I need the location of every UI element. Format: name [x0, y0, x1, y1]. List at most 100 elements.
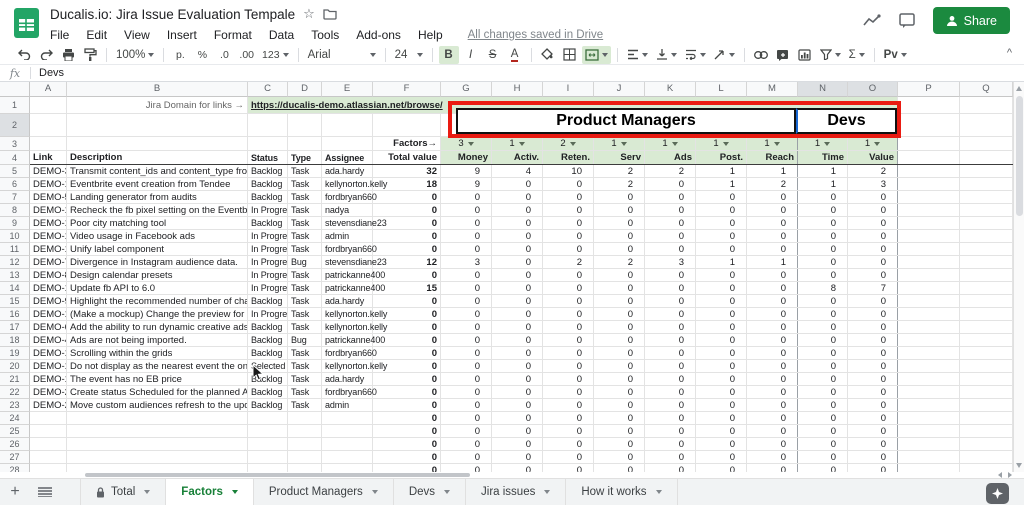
add-sheet-button[interactable]: + — [0, 479, 30, 505]
row-header-17[interactable]: 17 — [0, 321, 30, 334]
cell-header-assignee[interactable]: Assignee — [322, 151, 373, 164]
merge-cells-button[interactable] — [582, 46, 611, 64]
cell-link[interactable] — [30, 464, 67, 472]
row-header-12[interactable]: 12 — [0, 256, 30, 269]
cell[interactable] — [67, 137, 248, 150]
cell-factor-value[interactable]: 0 — [696, 412, 747, 424]
cell-status[interactable]: Backlog — [248, 178, 288, 190]
cell-type[interactable]: Task — [288, 308, 322, 320]
vertical-align-button[interactable] — [653, 46, 680, 64]
cell-status[interactable]: Backlog — [248, 295, 288, 307]
cell-factor-value[interactable]: 0 — [441, 464, 492, 472]
cell[interactable] — [960, 204, 1013, 216]
cell-type[interactable]: Task — [288, 243, 322, 255]
cell-factor-value[interactable]: 0 — [594, 334, 645, 346]
cell-factor-value[interactable]: 0 — [543, 399, 594, 411]
cell[interactable] — [898, 308, 960, 320]
cell-factor-value[interactable]: 0 — [848, 399, 898, 411]
cell-total-value[interactable]: 0 — [373, 295, 441, 307]
cell[interactable] — [960, 230, 1013, 242]
cell-link[interactable]: DEMO-11 — [30, 178, 67, 190]
cell-type[interactable]: Task — [288, 165, 322, 177]
insert-link-button[interactable] — [751, 46, 771, 64]
cell[interactable]: 3 — [441, 137, 492, 150]
text-color-button[interactable]: A — [511, 48, 519, 62]
row-header-19[interactable]: 19 — [0, 347, 30, 360]
cell-factor-value[interactable]: 0 — [747, 308, 798, 320]
cell-assignee[interactable]: kellynorton.kelly — [322, 178, 373, 190]
cell-factor-value[interactable]: 0 — [798, 230, 848, 242]
cell-factor-value[interactable]: 0 — [798, 360, 848, 372]
cell-factor-value[interactable]: 0 — [747, 464, 798, 472]
cell-link[interactable]: DEMO-9 — [30, 295, 67, 307]
cell-description[interactable]: (Make a mockup) Change the preview for t… — [67, 308, 248, 320]
cell[interactable] — [960, 373, 1013, 385]
cell-total-value[interactable]: 0 — [373, 412, 441, 424]
cell-link[interactable]: DEMO-12 — [30, 204, 67, 216]
cell-type[interactable]: Task — [288, 191, 322, 203]
text-rotation-button[interactable] — [711, 46, 738, 64]
menu-data[interactable]: Data — [269, 28, 294, 42]
cell[interactable] — [248, 114, 288, 136]
cell[interactable] — [960, 151, 1013, 164]
cell-total-value[interactable]: 0 — [373, 334, 441, 346]
paint-format-button[interactable] — [80, 46, 100, 64]
cell-factor-value[interactable]: 1 — [798, 178, 848, 190]
cell-factor-value[interactable]: 0 — [848, 451, 898, 463]
cell[interactable] — [960, 464, 1013, 472]
cell-assignee[interactable] — [322, 412, 373, 424]
move-folder-icon[interactable] — [323, 8, 337, 20]
cell-factor-value[interactable]: 0 — [798, 334, 848, 346]
cell-factor-value[interactable]: 0 — [543, 321, 594, 333]
cell[interactable] — [898, 425, 960, 437]
column-header-J[interactable]: J — [594, 82, 645, 97]
star-icon[interactable]: ☆ — [303, 6, 315, 22]
cell[interactable] — [898, 464, 960, 472]
cell-description[interactable]: Recheck the fb pixel setting on the Even… — [67, 204, 248, 216]
cell-factor-value[interactable]: 0 — [798, 425, 848, 437]
cell[interactable] — [898, 243, 960, 255]
cell-factor-value[interactable]: 0 — [696, 464, 747, 472]
cell-type[interactable]: Task — [288, 399, 322, 411]
insert-comment-button[interactable] — [773, 46, 793, 64]
cell-factor-value[interactable]: 0 — [645, 295, 696, 307]
cell-factor-value[interactable]: 0 — [848, 191, 898, 203]
cell-link[interactable]: DEMO-13 — [30, 217, 67, 229]
cell-factor-value[interactable]: 0 — [594, 282, 645, 294]
menu-edit[interactable]: Edit — [86, 28, 107, 42]
cell-factor-value[interactable]: 0 — [594, 412, 645, 424]
cell-factor-value[interactable]: 0 — [696, 360, 747, 372]
saved-status-link[interactable]: All changes saved in Drive — [468, 29, 604, 41]
cell-factor-value[interactable]: 0 — [492, 321, 543, 333]
cell-type[interactable]: Bug — [288, 334, 322, 346]
cell-factor-value[interactable]: 0 — [441, 191, 492, 203]
cell-factor-value[interactable]: 0 — [747, 243, 798, 255]
cell-total-value[interactable]: 0 — [373, 438, 441, 450]
row-header-16[interactable]: 16 — [0, 308, 30, 321]
row-header-11[interactable]: 11 — [0, 243, 30, 256]
cell[interactable] — [248, 137, 288, 150]
cell-factor-value[interactable]: 0 — [747, 282, 798, 294]
cell-factor-value[interactable]: 0 — [594, 464, 645, 472]
undo-button[interactable] — [14, 46, 34, 64]
cell-factor-value[interactable]: 0 — [594, 295, 645, 307]
cell-type[interactable]: Task — [288, 269, 322, 281]
functions-button[interactable]: Σ — [846, 46, 868, 64]
cell-factor-value[interactable]: 0 — [594, 191, 645, 203]
cell[interactable] — [373, 114, 441, 136]
cell-product-managers[interactable]: Product Managers — [456, 108, 796, 134]
cell-factor-value[interactable]: 0 — [696, 334, 747, 346]
cell[interactable] — [898, 256, 960, 268]
horizontal-align-button[interactable] — [624, 46, 651, 64]
redo-button[interactable] — [36, 46, 56, 64]
cell-factor-value[interactable]: 0 — [798, 451, 848, 463]
cell-factor-value[interactable]: 0 — [645, 399, 696, 411]
cell-total-value[interactable]: 0 — [373, 308, 441, 320]
stats-icon[interactable] — [863, 14, 881, 28]
cell-description[interactable]: Design calendar presets — [67, 269, 248, 281]
cell-factor-value[interactable]: 0 — [543, 373, 594, 385]
cell-type[interactable]: Bug — [288, 256, 322, 268]
cell-factor-value[interactable]: 0 — [441, 243, 492, 255]
cell-factor-value[interactable]: 0 — [848, 321, 898, 333]
cell[interactable] — [960, 137, 1013, 150]
